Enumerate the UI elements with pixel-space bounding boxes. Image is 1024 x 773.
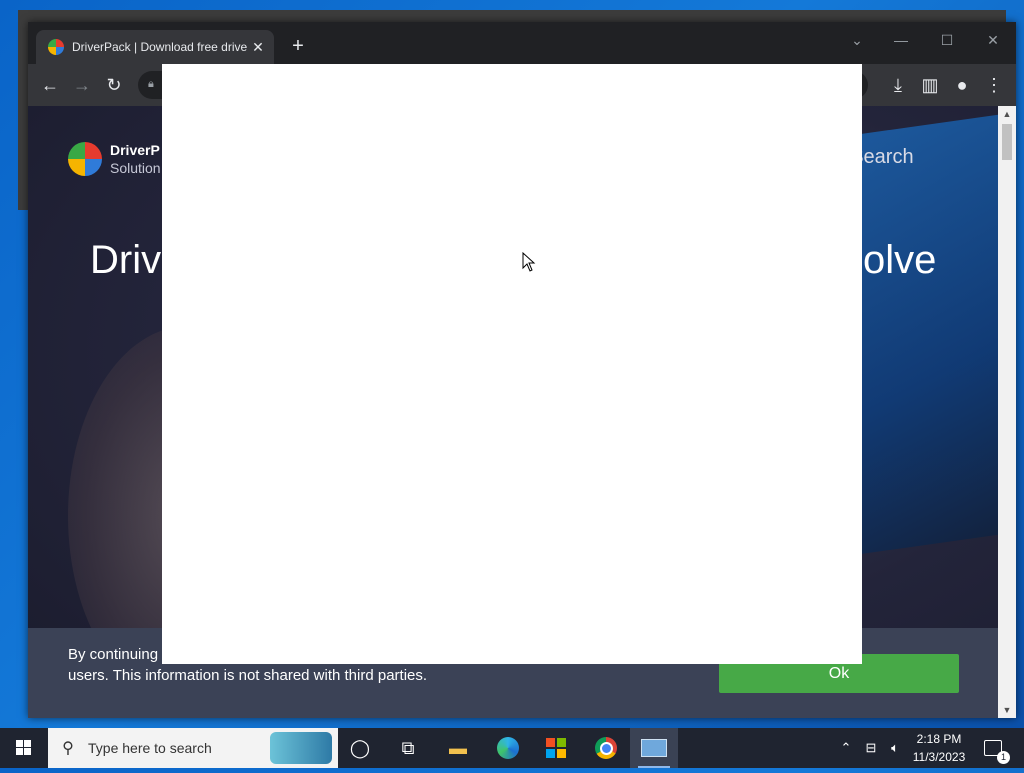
back-icon[interactable]: ← (38, 73, 62, 97)
active-app-icon[interactable] (630, 728, 678, 768)
notification-count: 1 (997, 751, 1010, 764)
profile-icon[interactable]: ● (950, 73, 974, 97)
menu-icon[interactable]: ⋮ (982, 73, 1006, 97)
minimize-button[interactable]: — (878, 26, 924, 54)
driverpack-favicon-icon (48, 39, 64, 55)
reload-icon[interactable]: ↻ (102, 73, 126, 97)
maximize-button[interactable]: ☐ (924, 26, 970, 54)
scroll-thumb[interactable] (1002, 124, 1012, 160)
task-view-icon[interactable]: ⧉ (384, 728, 432, 768)
file-explorer-icon[interactable]: ▬ (434, 728, 482, 768)
chrome-icon[interactable] (582, 728, 630, 768)
chrome-logo-icon (595, 737, 617, 759)
edge-icon[interactable] (484, 728, 532, 768)
search-highlight-image (270, 732, 332, 764)
edge-logo-icon (497, 737, 519, 759)
new-tab-button[interactable]: + (286, 34, 310, 58)
store-logo-icon (546, 738, 566, 758)
tab-search-icon[interactable]: ⌄ (834, 26, 880, 54)
network-icon[interactable]: ⊟ (860, 728, 882, 768)
mouse-cursor-icon (522, 252, 536, 272)
blank-modal-overlay[interactable] (162, 64, 862, 664)
windows-logo-icon (16, 740, 31, 755)
scroll-up-icon[interactable]: ▲ (998, 106, 1016, 122)
tray-chevron-icon[interactable]: ⌃ (836, 728, 856, 768)
tab-driverpack[interactable]: DriverPack | Download free drive ✕ (36, 30, 274, 64)
close-window-button[interactable]: ✕ (970, 26, 1016, 54)
forward-icon[interactable]: → (70, 73, 94, 97)
search-icon: ⚲ (62, 740, 74, 757)
cortana-icon[interactable]: ◯ (336, 728, 384, 768)
clock[interactable]: 2:18 PM 11/3/2023 (906, 730, 972, 766)
scroll-down-icon[interactable]: ▼ (998, 702, 1016, 718)
start-button[interactable] (0, 728, 48, 768)
driverpack-logo-icon[interactable] (68, 142, 102, 176)
taskbar-search-box[interactable]: ⚲ Type here to search (48, 728, 338, 768)
tab-close-icon[interactable]: ✕ (248, 39, 268, 56)
tab-bar: DriverPack | Download free drive ✕ + ⌄ —… (28, 22, 1016, 64)
brand-sub: Solution (110, 160, 161, 176)
hero-heading-right: olve (863, 238, 937, 282)
remote-desktop-icon (641, 739, 667, 757)
search-placeholder: Type here to search (88, 740, 212, 756)
tab-title: DriverPack | Download free drive (72, 40, 248, 54)
clock-date: 11/3/2023 (912, 750, 966, 764)
brand-name: DriverP (110, 142, 160, 158)
side-panel-icon[interactable]: ▥ (918, 73, 942, 97)
hero-heading-left: Driv (90, 238, 162, 282)
page-scrollbar[interactable]: ▲ ▼ (998, 106, 1016, 718)
clock-time: 2:18 PM (916, 732, 962, 746)
taskbar: ⚲ Type here to search ◯ ⧉ ▬ ⌃ ⊟ 🔈︎ 2:18 … (0, 728, 1024, 768)
store-icon[interactable] (532, 728, 580, 768)
notification-icon[interactable]: 1 (980, 728, 1010, 768)
volume-muted-icon[interactable]: 🔈︎ (884, 728, 906, 768)
lock-icon: 🔒︎ (148, 78, 154, 90)
download-icon[interactable]: ⤓ (886, 73, 910, 97)
